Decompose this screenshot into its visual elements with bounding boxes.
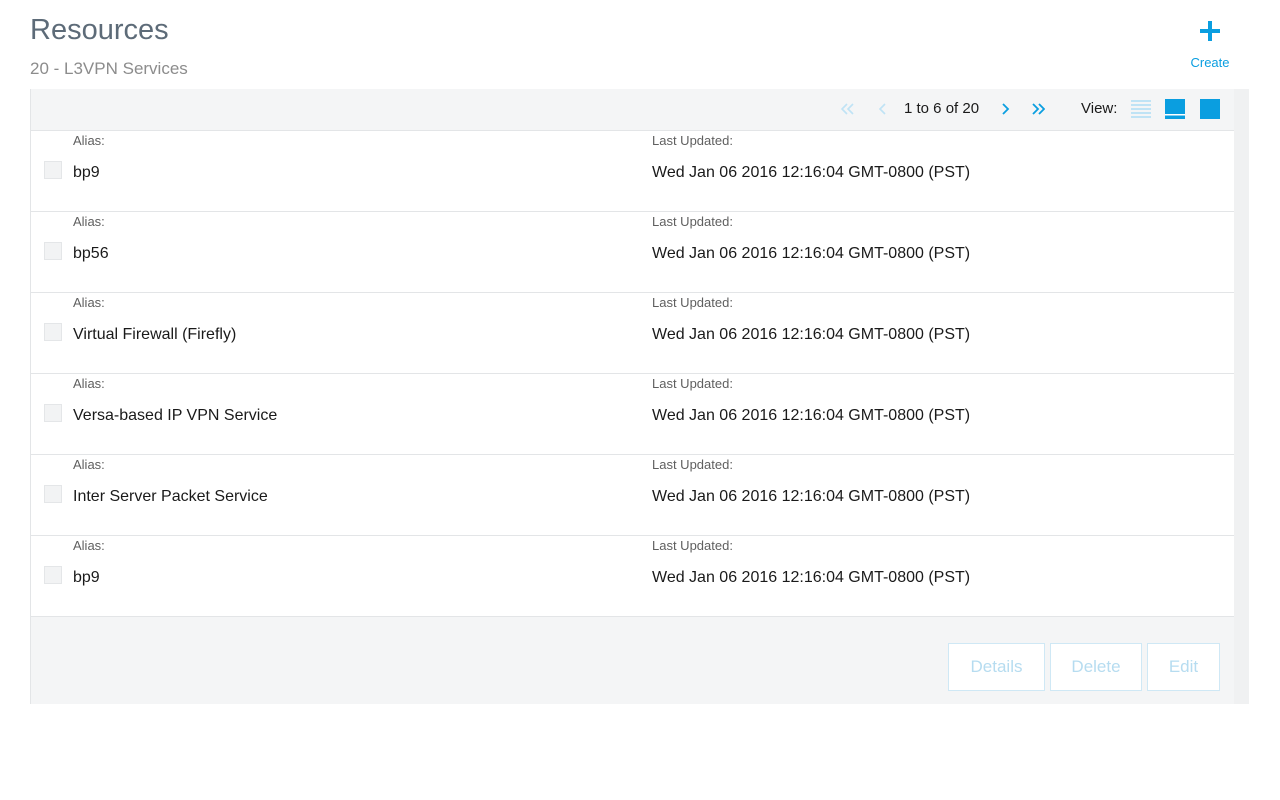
last-updated-label: Last Updated: [652, 538, 733, 553]
delete-button[interactable]: Delete [1050, 643, 1142, 691]
last-updated-label: Last Updated: [652, 295, 733, 310]
alias-value: bp56 [73, 245, 109, 262]
create-button[interactable]: Create [1184, 18, 1236, 74]
resources-panel: 1 to 6 of 20 View: Alias: bp9 Last Updat [30, 89, 1249, 704]
first-page-icon[interactable] [840, 102, 855, 116]
alias-label: Alias: [73, 538, 105, 553]
alias-label: Alias: [73, 457, 105, 472]
list-item[interactable]: Alias: Inter Server Packet Service Last … [31, 455, 1235, 536]
last-page-icon[interactable] [1031, 102, 1046, 116]
alias-label: Alias: [73, 214, 105, 229]
pagination-range: 1 to 6 of 20 [904, 100, 980, 117]
alias-value: Virtual Firewall (Firefly) [73, 326, 237, 343]
alias-label: Alias: [73, 376, 105, 391]
row-checkbox[interactable] [44, 404, 62, 422]
last-updated-label: Last Updated: [652, 376, 733, 391]
row-checkbox[interactable] [44, 242, 62, 260]
last-updated-label: Last Updated: [652, 133, 733, 148]
list-item[interactable]: Alias: Virtual Firewall (Firefly) Last U… [31, 293, 1235, 374]
list-item[interactable]: Alias: bp56 Last Updated: Wed Jan 06 201… [31, 212, 1235, 293]
alias-value: bp9 [73, 164, 100, 181]
scrollbar-track[interactable] [1234, 89, 1249, 704]
create-label: Create [1190, 55, 1230, 70]
list-item[interactable]: Alias: bp9 Last Updated: Wed Jan 06 2016… [31, 131, 1235, 212]
alias-label: Alias: [73, 295, 105, 310]
row-checkbox[interactable] [44, 323, 62, 341]
list-view-icon[interactable] [1131, 99, 1151, 119]
last-updated-value: Wed Jan 06 2016 12:16:04 GMT-0800 (PST) [652, 407, 971, 424]
plus-icon [1184, 20, 1236, 50]
alias-value: Versa-based IP VPN Service [73, 407, 278, 424]
alias-label: Alias: [73, 133, 105, 148]
row-checkbox[interactable] [44, 485, 62, 503]
list-item[interactable]: Alias: bp9 Last Updated: Wed Jan 06 2016… [31, 536, 1235, 617]
alias-value: Inter Server Packet Service [73, 488, 268, 505]
last-updated-label: Last Updated: [652, 214, 733, 229]
detail-view-icon[interactable] [1165, 99, 1185, 119]
last-updated-value: Wed Jan 06 2016 12:16:04 GMT-0800 (PST) [652, 164, 971, 181]
last-updated-value: Wed Jan 06 2016 12:16:04 GMT-0800 (PST) [652, 488, 971, 505]
page-title: Resources [30, 14, 169, 46]
row-checkbox[interactable] [44, 566, 62, 584]
action-bar: Details Delete Edit [30, 617, 1235, 704]
previous-page-icon[interactable] [876, 102, 890, 116]
list-toolbar: 1 to 6 of 20 View: [30, 89, 1235, 131]
list-item[interactable]: Alias: Versa-based IP VPN Service Last U… [31, 374, 1235, 455]
resource-list: Alias: bp9 Last Updated: Wed Jan 06 2016… [30, 131, 1235, 617]
row-checkbox[interactable] [44, 161, 62, 179]
last-updated-value: Wed Jan 06 2016 12:16:04 GMT-0800 (PST) [652, 245, 971, 262]
view-label: View: [1081, 100, 1118, 117]
next-page-icon[interactable] [998, 102, 1012, 116]
last-updated-value: Wed Jan 06 2016 12:16:04 GMT-0800 (PST) [652, 326, 971, 343]
last-updated-label: Last Updated: [652, 457, 733, 472]
alias-value: bp9 [73, 569, 100, 586]
edit-button[interactable]: Edit [1147, 643, 1220, 691]
page-subtitle: 20 - L3VPN Services [30, 59, 188, 78]
last-updated-value: Wed Jan 06 2016 12:16:04 GMT-0800 (PST) [652, 569, 971, 586]
tile-view-icon[interactable] [1200, 99, 1220, 119]
details-button[interactable]: Details [948, 643, 1045, 691]
